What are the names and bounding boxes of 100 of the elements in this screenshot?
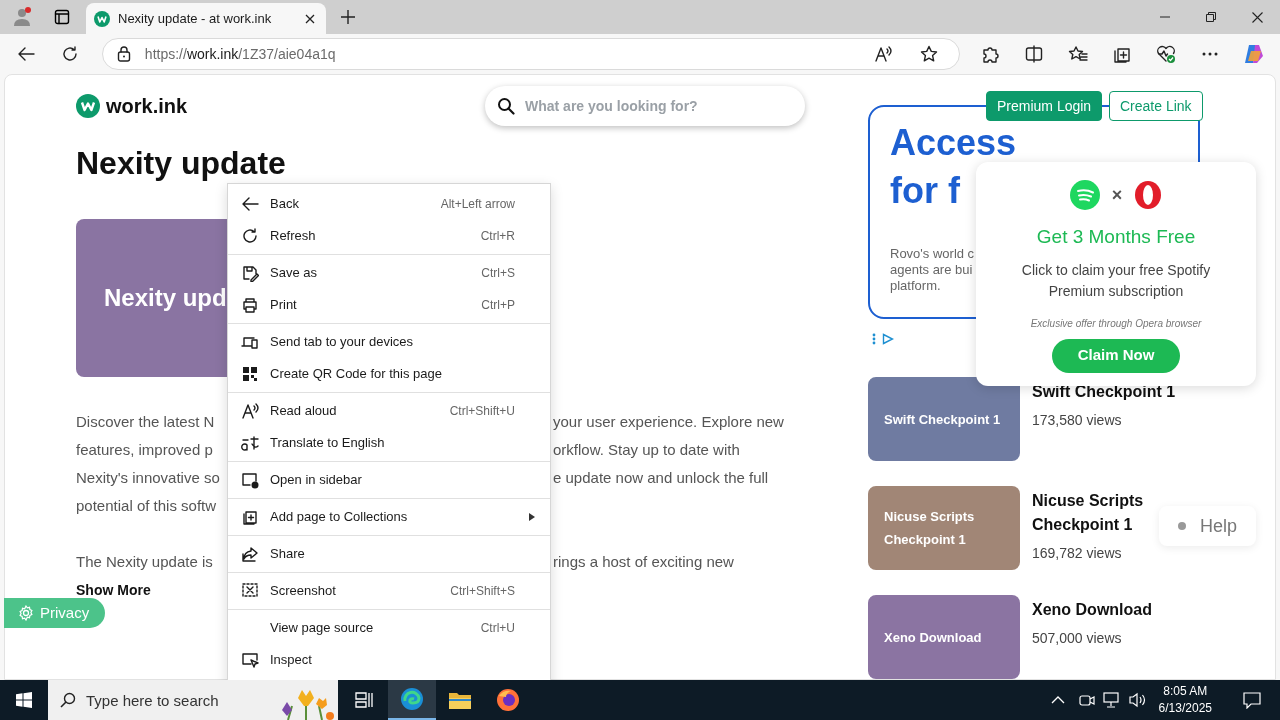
menu-item[interactable]: Translate to English (228, 427, 550, 459)
translate-icon (241, 434, 259, 452)
shortcut-text: Ctrl+U (480, 620, 515, 637)
ad-text: Rovo's world c (890, 246, 975, 261)
menu-item[interactable]: Send tab to your devices (228, 326, 550, 358)
ad-choices-icon (882, 333, 894, 345)
paragraph-text: Nexity's innovative so (76, 467, 221, 488)
menu-item[interactable]: Read aloud Ctrl+Shift+U (228, 395, 550, 427)
thumbnail-text: Xeno Download (884, 628, 982, 647)
clock-time[interactable]: 8:05 AM (1163, 683, 1208, 700)
restore-icon (1206, 12, 1216, 22)
shortcut-text: Ctrl+P (481, 297, 515, 314)
menu-item[interactable]: Open in sidebar (228, 464, 550, 496)
view-count: 169,782 views (1032, 544, 1123, 563)
task-view-icon (355, 692, 373, 708)
view-count: 173,580 views (1032, 411, 1123, 430)
menu-item[interactable]: Share (228, 538, 550, 570)
ad-heading: Access (890, 122, 1017, 163)
edge-icon (400, 687, 424, 711)
logo-text: work.ink (106, 94, 188, 119)
refresh-icon (60, 45, 79, 63)
refresh-icon (241, 227, 259, 245)
star-icon (920, 45, 938, 63)
menu-item[interactable]: Add page to Collections (228, 501, 550, 533)
page-title: Nexity update (76, 144, 287, 183)
shortcut-text: Alt+Left arrow (440, 196, 515, 213)
clock-date[interactable]: 6/13/2025 (1158, 700, 1212, 717)
tab-actions-icon (54, 9, 70, 25)
ad-text: agents are bui (890, 262, 973, 277)
shortcut-text: Ctrl+S (481, 265, 515, 282)
video-title[interactable]: Xeno Download (1032, 598, 1152, 622)
plus-icon (341, 10, 355, 24)
view-count: 507,000 views (1032, 629, 1123, 648)
menu-item[interactable]: Back Alt+Left arrow (228, 188, 550, 220)
firefox-icon (496, 688, 520, 712)
address-bar[interactable]: https://work.ink/1Z37/aie04a1q (101, 38, 960, 70)
gear-icon (18, 605, 34, 621)
premium-login-button[interactable]: Premium Login (986, 91, 1103, 121)
video-title[interactable]: Nicuse Scripts (1032, 489, 1144, 513)
thumbnail-text: Swift Checkpoint 1 (884, 410, 1001, 429)
promo-headline: Get 3 Months Free (1036, 225, 1196, 249)
menu-item[interactable]: Screenshot Ctrl+Shift+S (228, 575, 550, 607)
paragraph-text: Discover the latest N (76, 411, 216, 432)
tab-title: Nexity update - at work.ink (118, 9, 273, 28)
help-button[interactable]: Help (1159, 506, 1256, 546)
edge-taskbar-button[interactable] (388, 680, 436, 720)
shortcut-text: Ctrl+Shift+U (449, 403, 515, 420)
promo-note: Exclusive offer through Opera browser (1030, 316, 1202, 331)
menu-item[interactable]: View page source Ctrl+U (228, 612, 550, 644)
menu-item[interactable]: Refresh Ctrl+R (228, 220, 550, 252)
paragraph-text: features, improved p (76, 439, 214, 460)
camera-icon (1078, 692, 1095, 708)
times-symbol: × (1111, 183, 1123, 207)
hero-text: Nexity upd (104, 283, 227, 313)
collections-icon (241, 508, 259, 526)
browser-tab[interactable]: Nexity update - at work.ink (86, 3, 326, 34)
qr-code-icon (241, 365, 259, 383)
minimize-icon (1160, 16, 1170, 18)
paragraph-text: your user experience. Explore new (553, 411, 784, 432)
submenu-arrow-icon (529, 513, 535, 521)
video-title[interactable]: Checkpoint 1 (1032, 513, 1133, 537)
ad-heading: for f (890, 170, 960, 211)
menu-item[interactable]: Create QR Code for this page (228, 358, 550, 390)
menu-item[interactable]: Inspect (228, 644, 550, 676)
arrow-left-icon (241, 195, 259, 213)
windows-icon (16, 692, 32, 708)
menu-item[interactable]: Print Ctrl+P (228, 289, 550, 321)
menu-item[interactable]: Save as Ctrl+S (228, 257, 550, 289)
spotify-logo-icon (1069, 180, 1100, 210)
screenshot-icon (241, 582, 259, 600)
url-text: https://work.ink/1Z37/aie04a1q (144, 44, 337, 64)
paragraph-text: orkflow. Stay up to date with (553, 439, 740, 460)
search-icon (60, 692, 76, 708)
search-field[interactable]: What are you looking for? (485, 86, 805, 126)
puzzle-icon (981, 45, 999, 63)
paragraph-text: rings a host of exciting new (553, 551, 734, 572)
close-icon (1251, 11, 1263, 23)
show-more-link[interactable]: Show More (76, 580, 151, 601)
close-tab-icon (305, 13, 315, 24)
read-aloud-icon (241, 402, 259, 420)
heart-pulse-icon (1156, 44, 1176, 64)
kebab-icon (872, 333, 876, 345)
thumbnail[interactable]: Xeno Download (868, 595, 1020, 679)
create-link-button[interactable]: Create Link (1109, 91, 1203, 121)
paragraph-text: The Nexity update is (76, 551, 214, 572)
profile-icon (12, 7, 32, 27)
collections-icon (1113, 45, 1131, 63)
paragraph-text: e update now and unlock the full (553, 467, 769, 488)
thumbnail-text: Nicuse Scripts Checkpoint 1 (884, 508, 976, 549)
printer-icon (241, 296, 259, 314)
folder-icon (448, 690, 472, 710)
search-icon (497, 97, 515, 115)
read-aloud-icon (874, 46, 892, 62)
sidebar-icon (241, 471, 259, 489)
volume-icon (1128, 692, 1147, 708)
more-icon (1202, 52, 1218, 56)
promo-text: Click to claim your free Spotify Premium subscription (1020, 260, 1212, 301)
taskbar-search-field[interactable]: Type here to search (48, 680, 338, 720)
thumbnail[interactable]: Swift Checkpoint 1 (868, 377, 1020, 461)
opera-logo-icon (1134, 180, 1163, 210)
